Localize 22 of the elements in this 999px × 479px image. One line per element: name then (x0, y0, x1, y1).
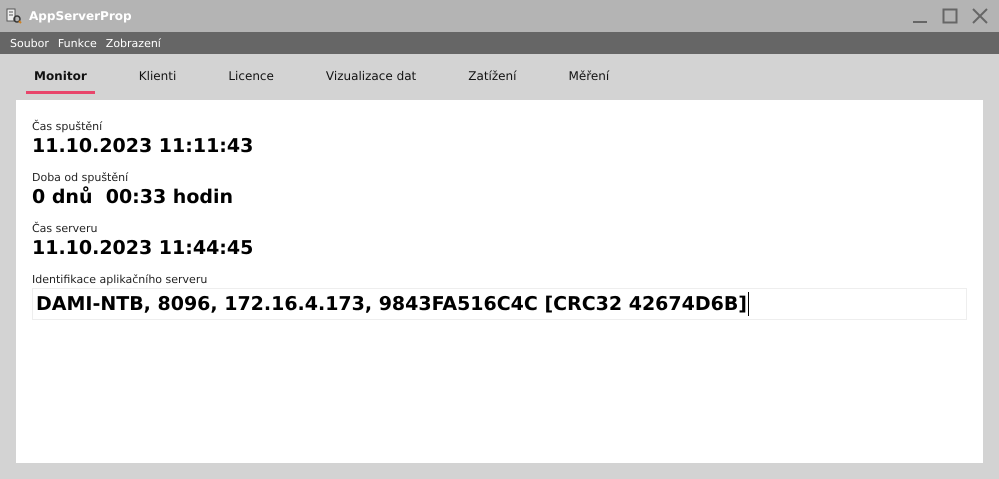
tab[interactable]: Klienti (130, 59, 184, 94)
close-icon (972, 8, 988, 24)
field-value: 0 dnů 00:33 hodin (32, 186, 234, 208)
field-value: 11.10.2023 11:11:43 (32, 135, 254, 157)
maximize-icon (942, 8, 958, 24)
tab[interactable]: Zatížení (460, 59, 524, 94)
field-value: 11.10.2023 11:44:45 (32, 237, 254, 259)
input-field[interactable]: DAMI-NTB, 8096, 172.16.4.173, 9843FA516C4C [CRC32 42674D6B] (32, 288, 967, 320)
app-icon (6, 8, 22, 24)
minimize-icon (913, 21, 927, 23)
tab[interactable]: Vizualizace dat (318, 59, 424, 94)
tab[interactable]: Monitor (26, 59, 95, 94)
menu-item[interactable]: Zobrazení (106, 36, 161, 50)
field-label: Doba od spuštění (32, 171, 128, 184)
window-title: AppServerProp (29, 9, 132, 23)
field-label: Identifikace aplikačního serveru (32, 273, 208, 286)
tab[interactable]: Licence (220, 59, 282, 94)
menu-item[interactable]: Funkce (58, 36, 97, 50)
field-label: Čas serveru (32, 222, 98, 235)
field-label: Čas spuštění (32, 120, 102, 133)
tab[interactable]: Měření (560, 59, 618, 94)
menu-item[interactable]: Soubor (10, 36, 49, 50)
